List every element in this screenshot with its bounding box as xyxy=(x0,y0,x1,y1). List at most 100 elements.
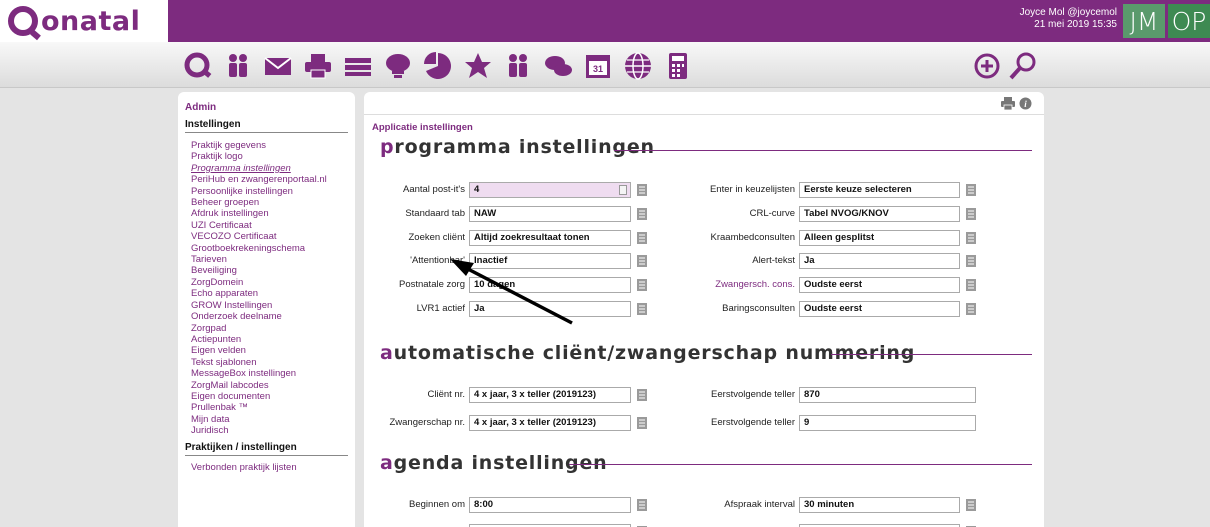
setting-value-field[interactable]: 30 minuten xyxy=(799,497,960,513)
people-icon[interactable] xyxy=(503,51,533,81)
panel-divider xyxy=(364,114,1044,115)
notebook-icon[interactable] xyxy=(965,207,977,221)
sidebar-item[interactable]: Prullenbak ™ xyxy=(191,402,348,413)
setting-value-field[interactable]: Alleen gesplitst xyxy=(799,229,960,246)
setting-value-field[interactable]: Oudste eerst xyxy=(799,277,960,294)
setting-row: Zwangersch. cons. Oudste eerst xyxy=(364,277,1044,294)
search-icon[interactable] xyxy=(1008,51,1038,81)
setting-value: 30 minuten xyxy=(804,499,855,510)
list-icon[interactable] xyxy=(343,51,373,81)
star-icon[interactable] xyxy=(463,51,493,81)
avatar-practice[interactable]: OP xyxy=(1168,4,1210,38)
sidebar-item[interactable]: Eigen documenten xyxy=(191,391,348,402)
sidebar-item[interactable]: Eigen velden xyxy=(191,345,348,356)
current-datetime: 21 mei 2019 15:35 xyxy=(1034,19,1117,30)
home-logo-icon[interactable] xyxy=(183,51,213,81)
setting-label: Baringsconsulten xyxy=(722,303,795,314)
setting-row: Alert-tekst Ja xyxy=(364,253,1044,270)
top-bar: onatal Joyce Mol @joycemol 21 mei 2019 1… xyxy=(0,0,1210,42)
logo-q-icon xyxy=(8,6,38,36)
setting-value: 870 xyxy=(804,389,820,400)
chat-icon[interactable] xyxy=(383,51,413,81)
add-circle-icon[interactable] xyxy=(972,51,1002,81)
calendar-icon[interactable]: 31 xyxy=(583,51,613,81)
avatar-user[interactable]: JM xyxy=(1123,4,1165,38)
mail-icon[interactable] xyxy=(263,51,293,81)
setting-value-field[interactable]: 870 xyxy=(799,387,976,403)
sidebar-item[interactable]: Tarieven xyxy=(191,254,348,265)
section-title-programma: programma instellingen xyxy=(380,136,655,158)
pie-chart-icon[interactable] xyxy=(423,51,453,81)
setting-value: Eerste keuze selecteren xyxy=(804,184,912,195)
setting-row: Kraambedconsulten Alleen gesplitst xyxy=(364,229,1044,246)
sidebar-item[interactable]: ZorgDomein xyxy=(191,277,348,288)
section-line xyxy=(569,464,1032,465)
setting-label: Enter in keuzelijsten xyxy=(709,184,795,195)
sidebar-item[interactable]: Mijn data xyxy=(191,414,348,425)
main-toolbar: 31 xyxy=(0,42,1210,88)
sidebar-item[interactable]: Praktijk logo xyxy=(191,151,348,162)
sidebar-item[interactable]: UZI Certificaat xyxy=(191,220,348,231)
sidebar-item[interactable]: Actiepunten xyxy=(191,334,348,345)
chat-bubbles-icon[interactable] xyxy=(543,51,573,81)
printer-icon[interactable] xyxy=(303,51,333,81)
notebook-icon[interactable] xyxy=(965,302,977,316)
sidebar-item[interactable]: Onderzoek deelname xyxy=(191,311,348,322)
sidebar-item[interactable]: ZorgMail labcodes xyxy=(191,380,348,391)
notebook-icon[interactable] xyxy=(965,254,977,268)
setting-label: Eerstvolgende teller xyxy=(711,417,795,428)
sidebar-item[interactable]: Praktijk gegevens xyxy=(191,140,348,151)
setting-value: Alleen gesplitst xyxy=(804,231,875,243)
notebook-icon[interactable] xyxy=(965,183,977,197)
sidebar-item[interactable]: Persoonlijke instellingen xyxy=(191,186,348,197)
user-name: Joyce Mol @joycemol xyxy=(1019,7,1117,18)
sidebar-item[interactable]: MessageBox instellingen xyxy=(191,368,348,379)
print-icon[interactable] xyxy=(1001,97,1015,110)
setting-label: Afspraak interval xyxy=(724,499,795,510)
setting-value-field[interactable]: Tabel NVOG/KNOV xyxy=(799,205,960,222)
sidebar-item[interactable]: Echo apparaten xyxy=(191,288,348,299)
section-line xyxy=(831,354,1032,355)
sidebar-item[interactable]: VECOZO Certificaat xyxy=(191,231,348,242)
sidebar-item[interactable]: Zorgpad xyxy=(191,323,348,334)
logo-text: onatal xyxy=(41,5,141,37)
sidebar-item[interactable]: Afdruk instellingen xyxy=(191,208,348,219)
sidebar-heading: Instellingen xyxy=(185,119,348,133)
calculator-icon[interactable] xyxy=(663,51,693,81)
sidebar-item[interactable]: PeriHub en zwangerenportaal.nl xyxy=(191,174,348,185)
globe-icon[interactable] xyxy=(623,51,653,81)
sidebar-item[interactable]: Programma instellingen xyxy=(191,163,348,174)
section-title-nummering: automatische cliënt/zwangerschap nummeri… xyxy=(380,342,916,364)
svg-text:31: 31 xyxy=(593,64,603,74)
setting-value-field[interactable]: Oudste eerst xyxy=(799,301,960,317)
setting-label[interactable]: Zwangersch. cons. xyxy=(715,279,795,290)
setting-value: Oudste eerst xyxy=(804,279,863,291)
panel-actions: i xyxy=(1001,97,1032,110)
sidebar-admin-link[interactable]: Admin xyxy=(185,102,348,113)
info-icon[interactable]: i xyxy=(1019,97,1032,110)
setting-value: Oudste eerst xyxy=(804,303,863,314)
setting-row: Eerstvolgende teller 9 xyxy=(364,415,1044,431)
notebook-icon[interactable] xyxy=(965,231,977,245)
setting-label: CRL-curve xyxy=(749,207,795,219)
sidebar-heading-praktijken: Praktijken / instellingen xyxy=(185,442,348,456)
setting-label: Eerstvolgende teller xyxy=(711,389,795,400)
people-icon[interactable] xyxy=(223,51,253,81)
section-title-agenda: agenda instellingen xyxy=(380,452,608,474)
setting-value-field[interactable]: Ja xyxy=(799,253,960,270)
setting-value-field[interactable]: 9 xyxy=(799,415,976,431)
setting-row: Eerstvolgende teller 870 xyxy=(364,387,1044,403)
sidebar-item[interactable]: GROW Instellingen xyxy=(191,300,348,311)
sidebar-item-verbonden[interactable]: Verbonden praktijk lijsten xyxy=(185,462,348,473)
sidebar-item[interactable]: Tekst sjablonen xyxy=(191,357,348,368)
sidebar-item[interactable]: Juridisch xyxy=(191,425,348,436)
setting-row: Afspraak interval 30 minuten xyxy=(364,497,1044,513)
sidebar-item[interactable]: Beveiliging xyxy=(191,265,348,276)
app-logo[interactable]: onatal xyxy=(0,0,168,42)
setting-row: Baringsconsulten Oudste eerst xyxy=(364,301,1044,317)
notebook-icon[interactable] xyxy=(965,498,977,512)
sidebar-item[interactable]: Beheer groepen xyxy=(191,197,348,208)
setting-value-field[interactable]: Eerste keuze selecteren xyxy=(799,182,960,198)
notebook-icon[interactable] xyxy=(965,278,977,292)
sidebar-item[interactable]: Grootboekrekeningschema xyxy=(191,243,348,254)
